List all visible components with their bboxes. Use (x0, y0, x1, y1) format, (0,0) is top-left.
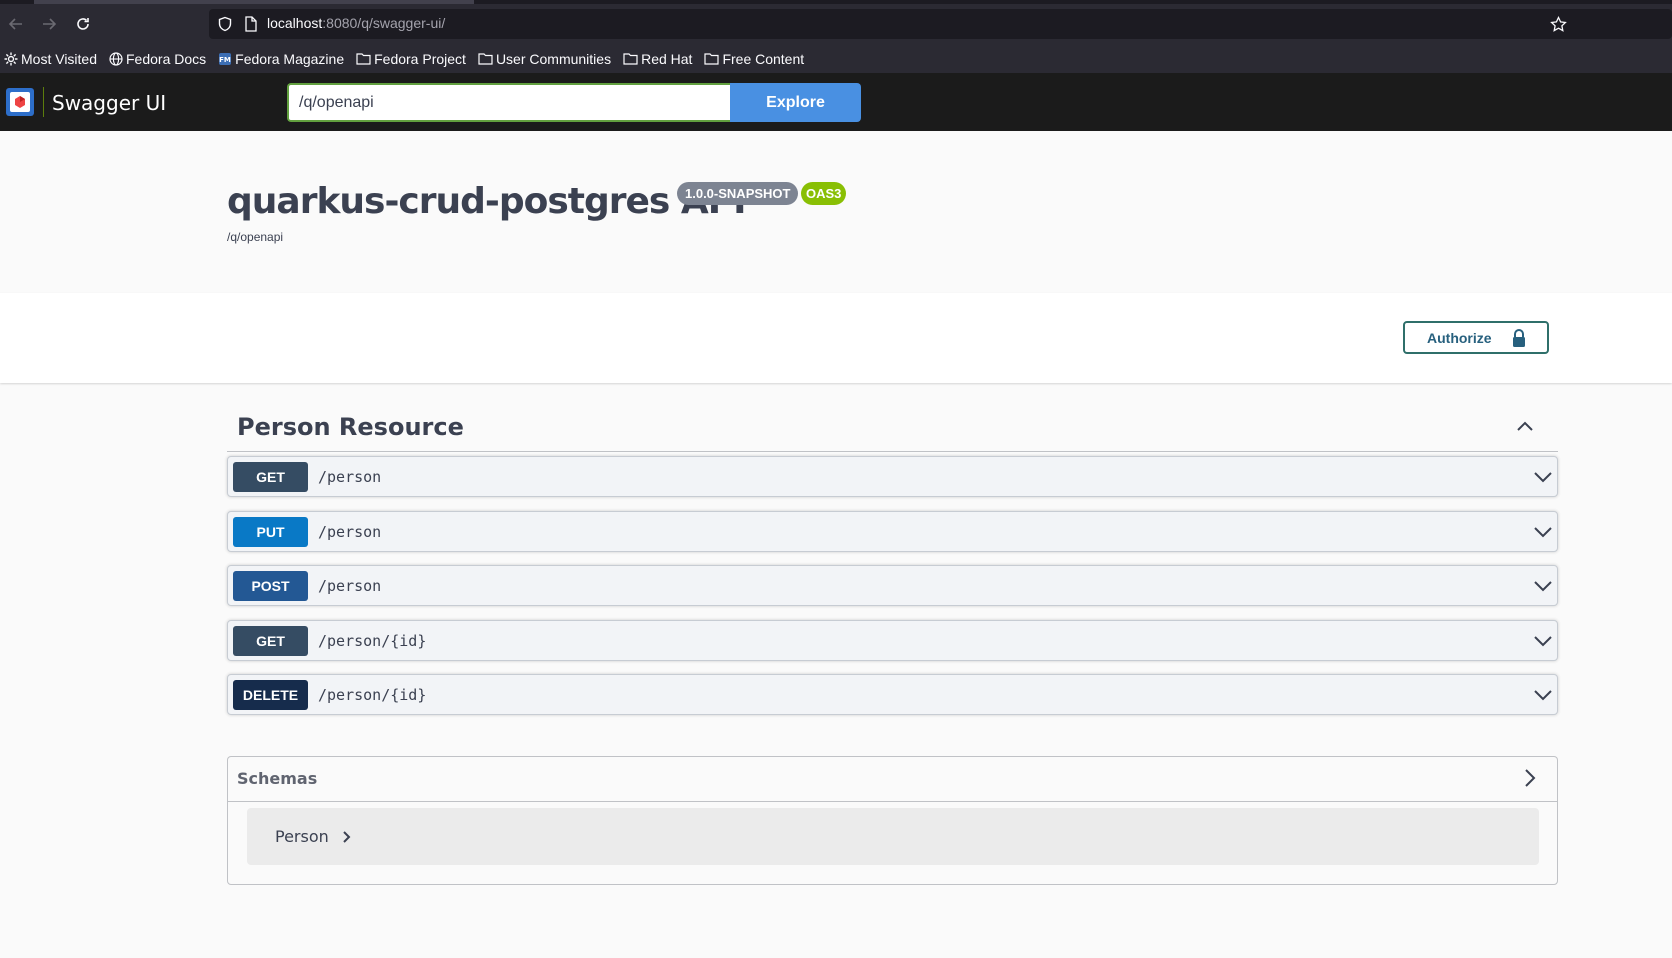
globe-icon (109, 51, 123, 66)
gear-icon (4, 52, 18, 65)
authorize-label: Authorize (1427, 329, 1492, 346)
operation-post-person[interactable]: POST /person (227, 565, 1558, 606)
method-badge: PUT (233, 517, 308, 547)
spec-url-input[interactable] (287, 83, 731, 122)
bookmark-label: Fedora Magazine (235, 50, 345, 67)
operation-path: /person/{id} (318, 686, 427, 704)
api-title: quarkus-crud-postgres API (227, 181, 746, 222)
model-person[interactable]: Person (247, 808, 1539, 865)
api-spec-url[interactable]: /q/openapi (227, 230, 283, 244)
bookmark-fedora-magazine[interactable]: FM Fedora Magazine (218, 51, 344, 67)
back-button[interactable] (4, 12, 28, 36)
bookmark-fedora-docs[interactable]: Fedora Docs (109, 51, 206, 67)
bookmarks-bar: Most Visited Fedora Docs FM Fedora Magaz… (0, 44, 1672, 73)
operation-path: /person/{id} (318, 632, 427, 650)
tag-header-person-resource[interactable]: Person Resource (227, 402, 1558, 452)
explore-button[interactable]: Explore (730, 83, 861, 122)
folder-icon (623, 53, 638, 65)
back-arrow-icon (8, 18, 22, 30)
model-name: Person (275, 827, 329, 846)
bookmark-fedora-project[interactable]: Fedora Project (356, 51, 466, 67)
folder-icon (704, 53, 720, 65)
version-badge: 1.0.0-SNAPSHOT (677, 182, 799, 205)
folder-icon (356, 53, 371, 65)
page-icon[interactable] (244, 16, 258, 32)
chevron-down-icon[interactable] (1533, 469, 1553, 485)
swagger-logo-icon[interactable] (5, 87, 35, 117)
bookmark-label: Most Visited (21, 50, 97, 67)
tag-title: Person Resource (237, 413, 464, 441)
oas-badge: OAS3 (801, 182, 847, 205)
bookmark-most-visited[interactable]: Most Visited (4, 51, 97, 67)
bookmark-label: Red Hat (641, 50, 693, 67)
operation-get-person-id[interactable]: GET /person/{id} (227, 620, 1558, 661)
operation-delete-person-id[interactable]: DELETE /person/{id} (227, 674, 1558, 715)
method-badge: POST (233, 571, 308, 601)
star-icon[interactable] (1550, 16, 1567, 33)
api-info: quarkus-crud-postgres API 1.0.0-SNAPSHOT… (0, 131, 1672, 293)
chevron-down-icon[interactable] (1533, 633, 1553, 649)
lock-icon (1513, 329, 1525, 347)
address-bar[interactable]: localhost:8080/q/swagger-ui/ (209, 9, 1672, 39)
chevron-down-icon[interactable] (1533, 524, 1553, 540)
bookmark-label: Free Content (722, 50, 805, 67)
bookmark-label: Fedora Docs (126, 50, 207, 67)
brand-title[interactable]: Swagger UI (52, 91, 166, 115)
bookmark-red-hat[interactable]: Red Hat (623, 51, 692, 67)
method-badge: GET (233, 462, 308, 492)
reload-button[interactable] (71, 12, 95, 36)
bookmark-free-content[interactable]: Free Content (704, 51, 804, 67)
logo-divider (43, 87, 44, 117)
operation-path: /person (318, 577, 382, 595)
scheme-container: Authorize (0, 293, 1672, 383)
operation-put-person[interactable]: PUT /person (227, 511, 1558, 552)
bookmark-label: Fedora Project (374, 50, 466, 67)
browser-toolbar: localhost:8080/q/swagger-ui/ (0, 4, 1672, 44)
shield-icon[interactable] (217, 16, 233, 32)
forward-button[interactable] (37, 12, 61, 36)
reload-icon (77, 18, 89, 30)
svg-text:FM: FM (219, 56, 231, 64)
operation-path: /person (318, 468, 382, 486)
operation-get-person[interactable]: GET /person (227, 456, 1558, 497)
folder-icon (478, 53, 493, 65)
chevron-up-icon[interactable] (1515, 416, 1535, 436)
bookmark-label: User Communities (495, 50, 612, 67)
method-badge: GET (233, 626, 308, 656)
chevron-down-icon[interactable] (1533, 578, 1553, 594)
bookmark-user-communities[interactable]: User Communities (478, 51, 611, 67)
schemas-title: Schemas (237, 769, 318, 788)
chevron-right-icon[interactable] (341, 830, 353, 844)
schemas-header[interactable]: Schemas (228, 757, 1557, 802)
url-text[interactable]: localhost:8080/q/swagger-ui/ (267, 15, 445, 31)
fm-icon: FM (219, 52, 232, 65)
swagger-topbar: Swagger UI Explore (0, 73, 1672, 131)
chevron-down-icon[interactable] (1533, 687, 1553, 703)
authorize-button[interactable]: Authorize (1403, 321, 1549, 354)
schemas-section: Schemas Person (227, 756, 1558, 885)
method-badge: DELETE (233, 680, 308, 710)
chevron-right-icon[interactable] (1520, 767, 1540, 789)
operation-path: /person (318, 523, 382, 541)
forward-arrow-icon (43, 18, 57, 30)
